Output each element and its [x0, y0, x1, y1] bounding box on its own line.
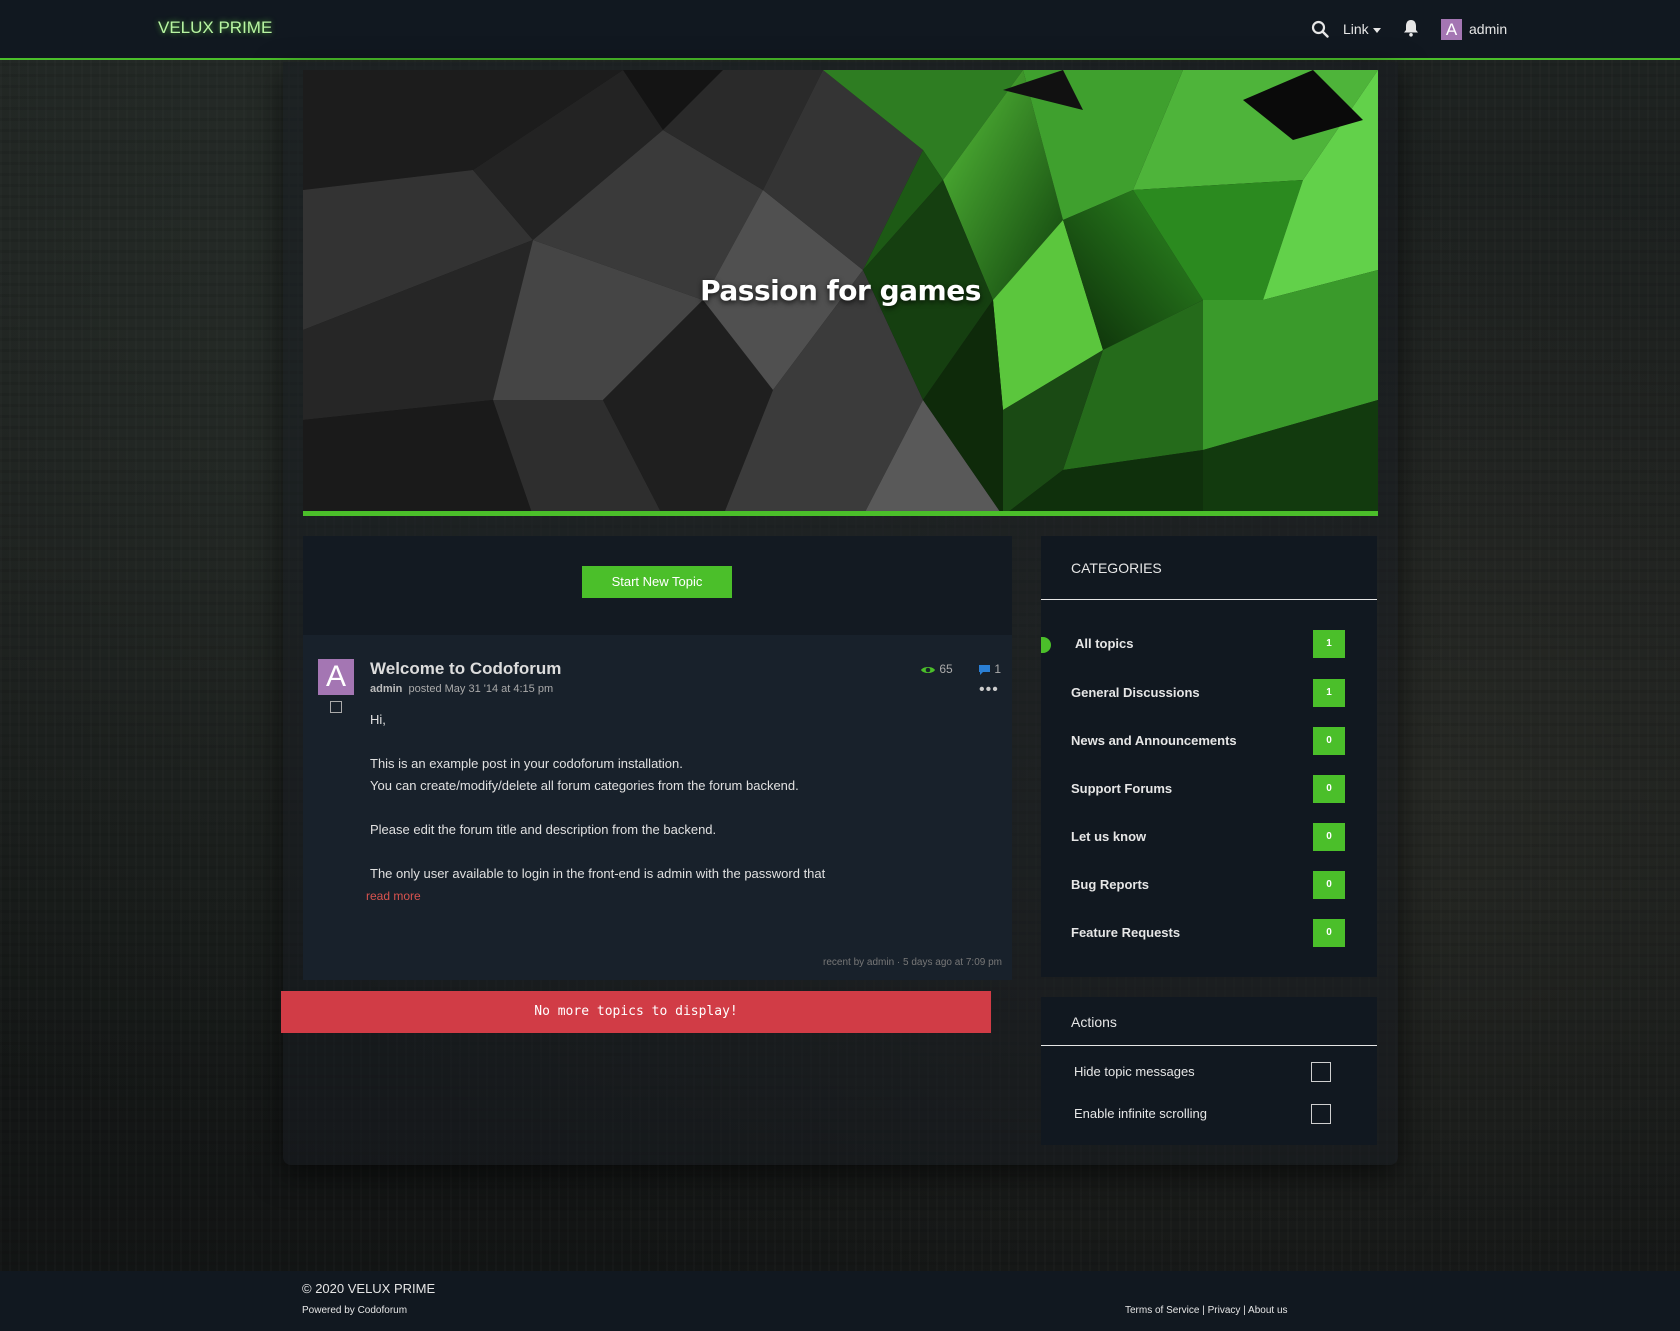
active-category-marker — [1041, 637, 1051, 653]
bell-icon[interactable] — [1403, 19, 1419, 37]
categories-title: CATEGORIES — [1071, 560, 1162, 576]
category-label: News and Announcements — [1071, 733, 1237, 748]
about-us-link[interactable]: About us — [1248, 1305, 1287, 1316]
post-views: 65 — [920, 662, 953, 676]
hero-banner: Passion for games — [303, 70, 1378, 516]
category-count-badge: 0 — [1313, 775, 1345, 803]
avatar[interactable]: A — [1441, 19, 1462, 40]
category-let-us-know[interactable]: Let us know 0 — [1041, 823, 1377, 853]
hide-topic-messages-label: Hide topic messages — [1074, 1064, 1195, 1079]
post-replies-count: 1 — [994, 662, 1002, 676]
categories-panel: CATEGORIES All topics 1 General Discussi… — [1041, 536, 1377, 977]
category-feature-requests[interactable]: Feature Requests 0 — [1041, 919, 1377, 949]
category-label: Let us know — [1071, 829, 1147, 844]
start-new-topic-button[interactable]: Start New Topic — [582, 566, 732, 598]
navbar: VELUX PRIME Link A admin — [0, 0, 1680, 60]
post-body-line — [370, 797, 970, 819]
footer-copyright: © 2020 VELUX PRIME — [302, 1281, 436, 1296]
brand-logo[interactable]: VELUX PRIME — [158, 18, 272, 38]
post-views-count: 65 — [939, 662, 953, 676]
post-body-line: This is an example post in your codoforu… — [370, 756, 683, 771]
category-count-badge: 0 — [1313, 823, 1345, 851]
category-label: Bug Reports — [1071, 877, 1149, 892]
category-count-badge: 0 — [1313, 871, 1345, 899]
comment-icon — [979, 664, 990, 675]
terms-of-service-link[interactable]: Terms of Service — [1125, 1305, 1199, 1316]
post-body-line: You can create/modify/delete all forum c… — [370, 778, 799, 793]
enable-infinite-scrolling-label: Enable infinite scrolling — [1074, 1106, 1207, 1121]
category-all-topics[interactable]: All topics 1 — [1041, 630, 1377, 660]
read-more-link[interactable]: read more — [366, 889, 421, 903]
post-meta: admin posted May 31 '14 at 4:15 pm — [370, 683, 553, 695]
footer-links: Terms of Service | Privacy | About us — [1125, 1305, 1288, 1316]
privacy-link[interactable]: Privacy — [1208, 1305, 1241, 1316]
category-count-badge: 0 — [1313, 919, 1345, 947]
category-general-discussions[interactable]: General Discussions 1 — [1041, 679, 1377, 709]
post-title[interactable]: Welcome to Codoforum — [370, 659, 561, 679]
link-dropdown-label: Link — [1343, 21, 1369, 37]
footer: © 2020 VELUX PRIME Powered by Codoforum … — [0, 1271, 1680, 1331]
category-label: Feature Requests — [1071, 925, 1181, 940]
actions-title: Actions — [1071, 1014, 1117, 1030]
hide-topic-messages-option: Hide topic messages — [1041, 1060, 1377, 1084]
category-count-badge: 1 — [1313, 630, 1345, 658]
enable-infinite-scrolling-option: Enable infinite scrolling — [1041, 1102, 1377, 1126]
category-label: All topics — [1075, 636, 1134, 651]
post-recent-activity: recent by admin · 5 days ago at 7:09 pm — [823, 957, 1002, 968]
post-body-line: Hi, — [370, 712, 386, 727]
no-more-topics-banner: No more topics to display! — [281, 991, 991, 1033]
category-label: Support Forums — [1071, 781, 1173, 796]
more-icon[interactable]: ••• — [979, 681, 999, 699]
post-body-line: Please edit the forum title and descript… — [370, 822, 717, 837]
divider — [1041, 599, 1377, 600]
hero-title: Passion for games — [700, 274, 981, 307]
eye-icon — [921, 666, 935, 673]
post-body-line — [370, 841, 970, 863]
category-count-badge: 0 — [1313, 727, 1345, 755]
category-news-and-announcements[interactable]: News and Announcements 0 — [1041, 727, 1377, 757]
search-icon[interactable] — [1311, 20, 1329, 38]
divider — [1041, 1045, 1377, 1046]
topics-panel: Start New Topic A Welcome to Codoforum a… — [303, 536, 1012, 980]
caret-down-icon — [1372, 27, 1381, 33]
enable-infinite-scrolling-checkbox[interactable] — [1311, 1104, 1331, 1124]
post-body-line — [370, 731, 970, 753]
user-menu[interactable]: admin — [1469, 21, 1507, 37]
post-author[interactable]: admin — [370, 683, 402, 695]
category-label: General Discussions — [1071, 685, 1200, 700]
post-select-checkbox[interactable] — [330, 701, 342, 713]
actions-panel: Actions Hide topic messages Enable infin… — [1041, 997, 1377, 1145]
category-support-forums[interactable]: Support Forums 0 — [1041, 775, 1377, 805]
category-count-badge: 1 — [1313, 679, 1345, 707]
post-replies: 1 — [978, 662, 1001, 676]
post-avatar[interactable]: A — [318, 659, 354, 695]
link-dropdown[interactable]: Link — [1343, 21, 1381, 37]
post-date: posted May 31 '14 at 4:15 pm — [408, 683, 554, 695]
footer-powered-by[interactable]: Powered by Codoforum — [302, 1305, 407, 1316]
hide-topic-messages-checkbox[interactable] — [1311, 1062, 1331, 1082]
topic-post: A Welcome to Codoforum admin posted May … — [303, 635, 1012, 980]
category-bug-reports[interactable]: Bug Reports 0 — [1041, 871, 1377, 901]
post-body: Hi, This is an example post in your codo… — [370, 709, 970, 885]
post-body-line: The only user available to login in the … — [370, 866, 826, 881]
